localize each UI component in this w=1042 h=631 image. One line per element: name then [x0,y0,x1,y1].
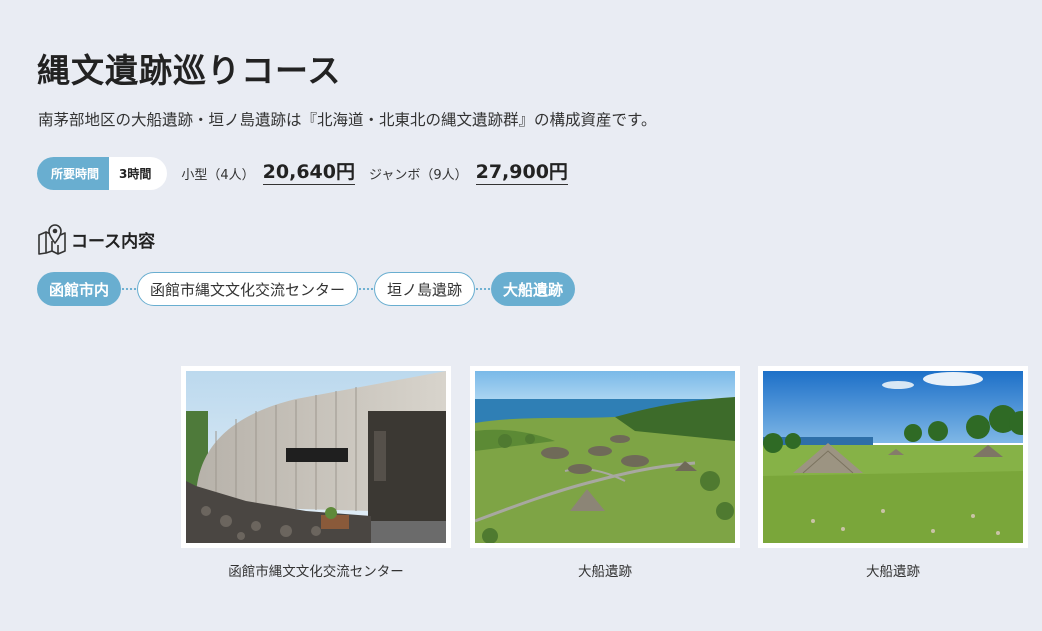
route-stop-kakinoshima: 垣ノ島遺跡 [374,272,476,306]
photo-caption: 大船遺跡 [578,564,632,580]
page-title: 縄文遺跡巡りコース [37,51,342,90]
route-stop-ofune: 大船遺跡 [491,272,576,306]
route-stop-hakodate: 函館市内 [37,272,122,306]
jumbo-vehicle-label: ジャンボ（9人） [368,168,468,183]
price-row: 所要時間 3時間 小型（4人） 20,640円 ジャンボ（9人） 27,900円 [37,157,568,190]
photo-ofune-site-aerial [470,366,740,548]
route-connector [358,288,375,290]
map-pin-icon [38,224,66,255]
course-heading-label: コース内容 [71,231,156,252]
photo-ofune-site-ground [758,366,1028,548]
route-stop-jomon-center: 函館市縄文文化交流センター [137,272,359,306]
duration-badge: 所要時間 3時間 [37,157,168,190]
photo-jomon-center [181,366,451,548]
jumbo-vehicle-price: 27,900円 [475,161,568,185]
small-vehicle-label: 小型（4人） [181,168,255,183]
small-vehicle-price: 20,640円 [262,161,355,185]
route-connector [121,288,138,290]
route-connector [475,288,492,290]
photo-caption: 函館市縄文文化交流センター [228,564,404,580]
ofune-aerial-image [475,371,735,543]
photo-caption: 大船遺跡 [866,564,920,580]
ofune-ground-image [763,371,1023,543]
jomon-center-image [186,371,446,543]
duration-label: 所要時間 [37,157,110,190]
page-description: 南茅部地区の大船遺跡・垣ノ島遺跡は『北海道・北東北の縄文遺跡群』の構成資産です。 [38,111,657,129]
duration-value: 3時間 [119,167,152,181]
course-route: 函館市内 函館市縄文文化交流センター 垣ノ島遺跡 大船遺跡 [37,272,576,306]
course-heading: コース内容 [37,222,155,256]
